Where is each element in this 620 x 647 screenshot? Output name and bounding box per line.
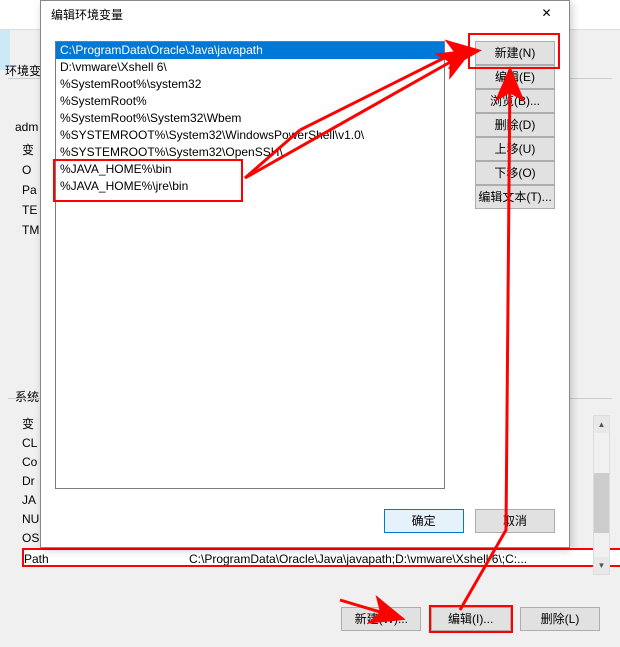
list-item[interactable]: %SystemRoot%\system32 [56, 76, 444, 93]
list-item[interactable]: %SYSTEMROOT%\System32\WindowsPowerShell\… [56, 127, 444, 144]
scroll-down-icon[interactable]: ▼ [594, 557, 609, 574]
move-down-button[interactable]: 下移(O) [475, 161, 555, 185]
env-label: 环境变 [5, 62, 41, 79]
user-vars-fragment: 变 O Pa TE TM [22, 140, 42, 260]
uv-cell: TE [22, 200, 42, 220]
cancel-button[interactable]: 取消 [475, 509, 555, 533]
close-icon: ✕ [541, 6, 551, 20]
list-item[interactable]: D:\vmware\Xshell 6\ [56, 59, 444, 76]
sys-new-button[interactable]: 新建(W)... [341, 607, 421, 631]
uv-cell: O [22, 160, 42, 180]
sysvars-buttons: 新建(W)... 编辑(I)... 删除(L) [0, 607, 620, 637]
list-item[interactable]: %JAVA_HOME%\jre\bin [56, 178, 444, 195]
sysvars-scrollbar[interactable]: ▲ ▼ [593, 415, 610, 575]
side-buttons: 新建(N) 编辑(E) 浏览(B)... 删除(D) 上移(U) 下移(O) 编… [475, 41, 555, 209]
list-item[interactable]: %JAVA_HOME%\bin [56, 161, 444, 178]
list-item[interactable]: %SystemRoot%\System32\Wbem [56, 110, 444, 127]
path-listbox[interactable]: C:\ProgramData\Oracle\Java\javapath D:\v… [55, 41, 445, 489]
dialog-body: C:\ProgramData\Oracle\Java\javapath D:\v… [41, 29, 569, 547]
dialog-bottom-buttons: 确定 取消 [376, 509, 555, 533]
uv-cell: Pa [22, 180, 42, 200]
edit-button[interactable]: 编辑(E) [475, 65, 555, 89]
list-item[interactable]: C:\ProgramData\Oracle\Java\javapath [56, 42, 444, 59]
move-up-button[interactable]: 上移(U) [475, 137, 555, 161]
list-item[interactable]: %SystemRoot% [56, 93, 444, 110]
list-item[interactable]: %SYSTEMROOT%\System32\OpenSSH\ [56, 144, 444, 161]
ok-button[interactable]: 确定 [384, 509, 464, 533]
uv-cell: 变 [22, 140, 42, 160]
dialog-title: 编辑环境变量 ✕ [41, 1, 569, 29]
user-section-label: adm [15, 120, 38, 134]
edit-text-button[interactable]: 编辑文本(T)... [475, 185, 555, 209]
scroll-thumb[interactable] [594, 473, 609, 533]
sys-delete-button[interactable]: 删除(L) [520, 607, 600, 631]
close-button[interactable]: ✕ [524, 1, 569, 29]
sys-edit-button[interactable]: 编辑(I)... [431, 607, 511, 631]
table-row-path[interactable]: PathC:\ProgramData\Oracle\Java\javapath;… [22, 548, 620, 567]
system-section-label: 系统 [15, 388, 39, 405]
scroll-up-icon[interactable]: ▲ [594, 416, 609, 433]
new-button[interactable]: 新建(N) [475, 41, 555, 65]
uv-cell: TM [22, 220, 42, 240]
browse-button[interactable]: 浏览(B)... [475, 89, 555, 113]
edit-env-var-dialog: 编辑环境变量 ✕ C:\ProgramData\Oracle\Java\java… [40, 0, 570, 548]
delete-button[interactable]: 删除(D) [475, 113, 555, 137]
dialog-title-text: 编辑环境变量 [51, 8, 123, 22]
